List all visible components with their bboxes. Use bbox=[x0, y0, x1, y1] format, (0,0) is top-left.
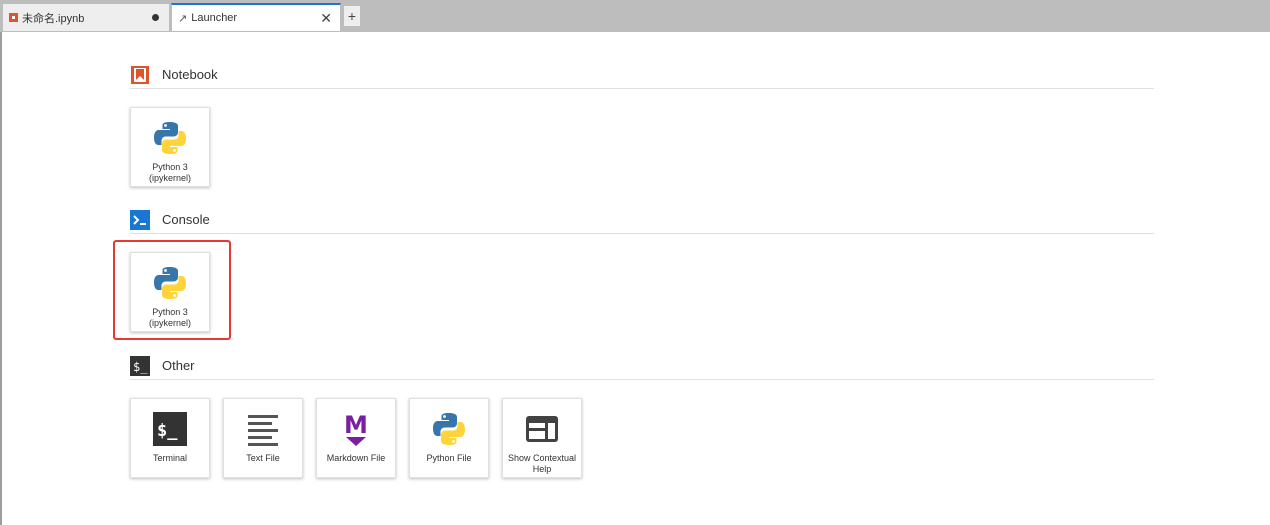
add-tab-button[interactable]: + bbox=[343, 5, 361, 27]
other-section-icon: $_ bbox=[130, 355, 150, 376]
notebook-section-icon bbox=[130, 65, 150, 85]
contextual-help-icon bbox=[522, 409, 562, 449]
section-console: Console bbox=[130, 206, 1154, 234]
card-label: Text File bbox=[246, 453, 280, 463]
python-file-card[interactable]: Python File bbox=[409, 398, 489, 478]
highlight-box bbox=[113, 240, 231, 340]
section-notebook: Notebook bbox=[130, 61, 1154, 89]
notebook-python3-card[interactable]: Python 3 (ipykernel) bbox=[130, 107, 210, 187]
card-label: Show Contextual Help bbox=[507, 453, 577, 474]
terminal-card[interactable]: $_ Terminal bbox=[130, 398, 210, 478]
close-icon[interactable]: ✕ bbox=[320, 11, 332, 25]
card-label: Markdown File bbox=[326, 453, 386, 463]
console-section-icon bbox=[130, 209, 150, 230]
section-title: Other bbox=[162, 358, 195, 373]
tab-bar: 未命名.ipynb ↗ Launcher ✕ + bbox=[0, 0, 1270, 32]
section-title: Console bbox=[162, 212, 210, 227]
tab-label: 未命名.ipynb bbox=[22, 12, 85, 25]
tab-launcher[interactable]: ↗ Launcher ✕ bbox=[171, 3, 341, 31]
text-file-icon bbox=[243, 409, 283, 449]
python-logo-icon bbox=[429, 409, 469, 449]
unsaved-indicator-icon[interactable] bbox=[152, 14, 159, 21]
card-label: Python 3 (ipykernel) bbox=[148, 162, 191, 183]
notebook-icon bbox=[9, 13, 18, 22]
section-other: $_ Other bbox=[130, 352, 1154, 380]
text-file-card[interactable]: Text File bbox=[223, 398, 303, 478]
svg-text:$_: $_ bbox=[157, 421, 178, 441]
python-logo-icon bbox=[150, 118, 190, 158]
svg-text:M: M bbox=[344, 411, 368, 439]
card-label: Python File bbox=[426, 453, 472, 463]
markdown-file-card[interactable]: M Markdown File bbox=[316, 398, 396, 478]
tab-label: Launcher bbox=[191, 12, 238, 24]
terminal-icon: $_ bbox=[150, 409, 190, 449]
tab-notebook[interactable]: 未命名.ipynb bbox=[2, 3, 170, 31]
left-panel-edge bbox=[0, 32, 2, 525]
launcher-icon: ↗ bbox=[178, 12, 188, 25]
svg-text:$_: $_ bbox=[133, 360, 148, 374]
contextual-help-card[interactable]: Show Contextual Help bbox=[502, 398, 582, 478]
section-title: Notebook bbox=[162, 67, 218, 82]
card-label: Terminal bbox=[152, 453, 187, 463]
markdown-icon: M bbox=[336, 409, 376, 449]
